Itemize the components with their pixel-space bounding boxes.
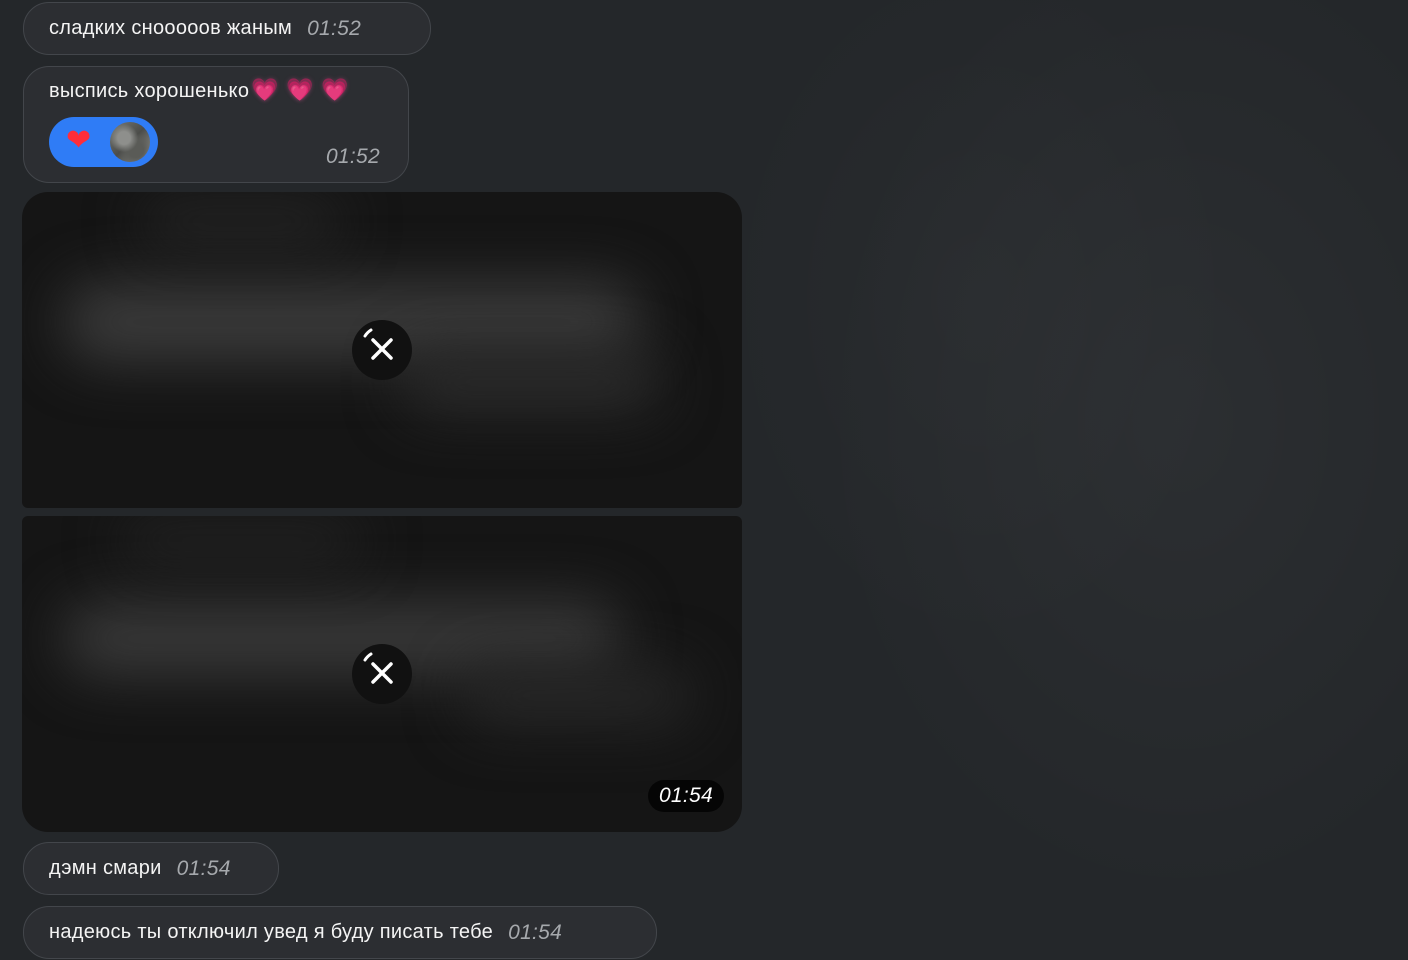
message-bubble[interactable]: выспись хорошенько💗 💗 💗 ❤ 01:52 [23,66,409,183]
message-text: дэмн смари [49,857,162,879]
message-time: 01:52 [307,16,362,40]
media-time: 01:54 [647,780,724,812]
media-placeholder[interactable] [22,192,742,508]
cancel-download-button[interactable] [352,320,412,380]
blur-shape [142,202,342,242]
message-text: сладких сноооoов жаным [49,17,293,39]
message-text: выспись хорошенько💗 💗 💗 [49,78,349,103]
heart-emoji: 💗 💗 💗 [251,78,349,103]
avatar [110,122,150,162]
message-bubble[interactable]: сладких сноооoов жаным 01:52 [23,2,431,55]
message-text: надеюсь ты отключил увед я буду писать т… [49,921,494,943]
message-bubble[interactable]: надеюсь ты отключил увед я буду писать т… [23,906,657,959]
reaction-pill[interactable]: ❤ [49,117,158,167]
message-time: 01:52 [325,145,380,168]
media-placeholder[interactable]: 01:54 [22,516,742,832]
message-time: 01:54 [508,920,563,944]
blur-shape [122,521,362,561]
close-icon [363,652,393,684]
close-icon [363,328,393,360]
blur-shape [462,666,692,726]
blur-shape [62,601,622,676]
cancel-download-button[interactable] [352,644,412,704]
message-time: 01:54 [176,856,231,880]
blur-shape [402,352,662,412]
message-bubble[interactable]: дэмн смари 01:54 [23,842,279,895]
heart-icon: ❤ [66,123,92,158]
